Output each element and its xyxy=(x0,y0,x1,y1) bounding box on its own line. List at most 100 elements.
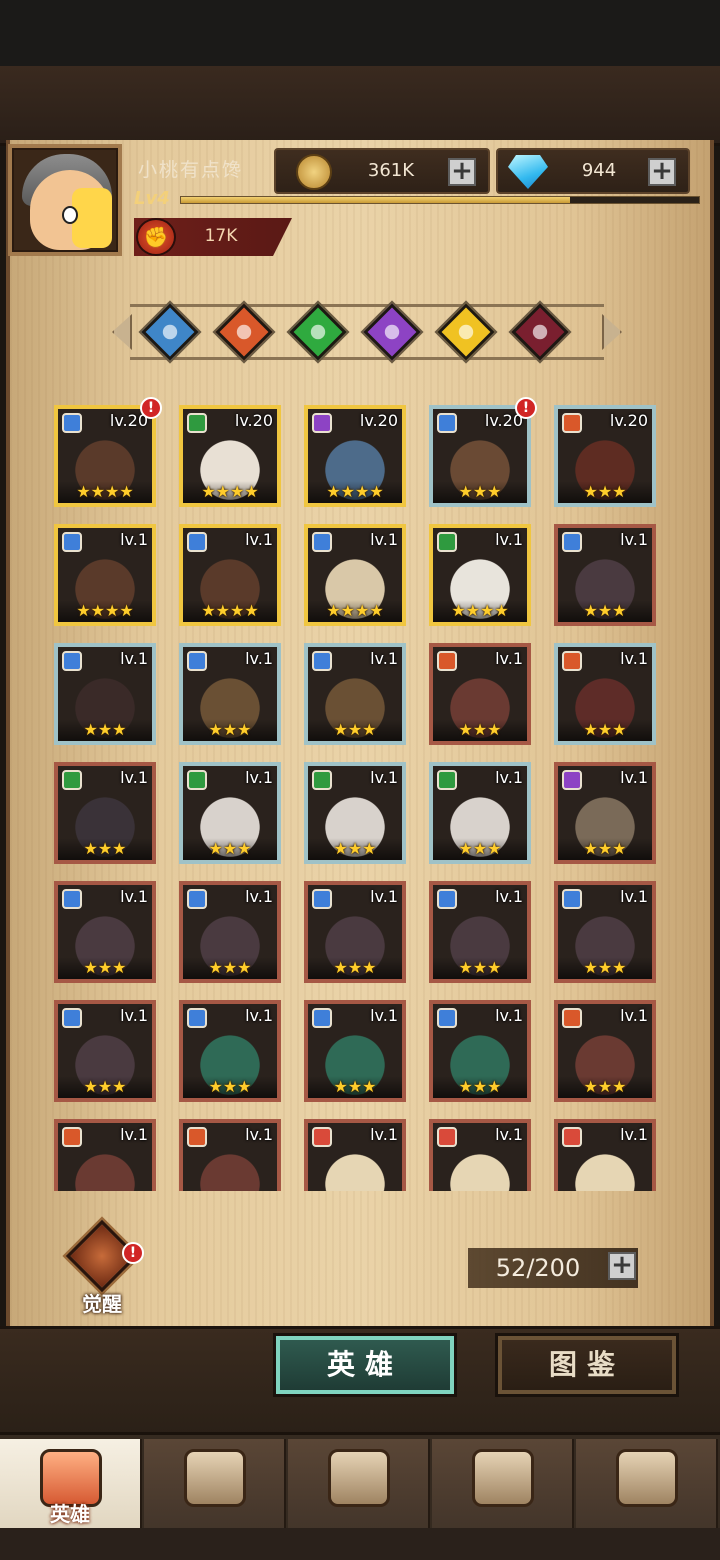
exp-bar xyxy=(180,196,700,204)
hero-grid: lv.20 ★★★★! lv.20 ★★★★ lv.20 ★★★★ lv.20 ★★★! lv.… xyxy=(54,397,658,1191)
hero-stars: ★★★ xyxy=(433,957,527,979)
hero-capacity: 52/200 + xyxy=(468,1248,638,1288)
hero-card[interactable]: lv.1 ★★★ xyxy=(429,881,531,983)
hero-card[interactable]: lv.1 ★★★★ xyxy=(429,524,531,626)
hero-level: lv.1 xyxy=(370,887,398,906)
hero-level: lv.1 xyxy=(120,887,148,906)
hero-stars: ★★★ xyxy=(433,481,527,503)
element-icon xyxy=(187,889,207,909)
hero-card[interactable]: lv.20 ★★★★ xyxy=(54,405,156,507)
awaken-button[interactable]: ! 觉醒 xyxy=(62,1218,144,1318)
awaken-alert-badge: ! xyxy=(122,1242,144,1264)
coin-value: 361K xyxy=(367,160,415,181)
hero-stars: ★★★ xyxy=(558,719,652,741)
hero-level: lv.1 xyxy=(370,1006,398,1025)
hero-level: lv.1 xyxy=(620,768,648,787)
add-coins-button[interactable]: + xyxy=(448,158,476,186)
bottom-edge xyxy=(0,1528,720,1560)
hero-stars: ★★★ xyxy=(183,719,277,741)
hero-stars: ★★★★ xyxy=(58,481,152,503)
arrow-right-icon[interactable] xyxy=(602,314,622,350)
expand-capacity-button[interactable]: + xyxy=(608,1252,636,1280)
nav-battle[interactable] xyxy=(288,1439,430,1529)
element-icon xyxy=(562,889,582,909)
hero-stars: ★★★★ xyxy=(308,481,402,503)
hero-stars: ★★★★ xyxy=(58,600,152,622)
hero-card[interactable]: lv.1 ★★★ xyxy=(304,881,406,983)
hero-card[interactable]: lv.1 ★★★ xyxy=(554,881,656,983)
hero-card[interactable]: lv.1 ★★★ xyxy=(304,1000,406,1102)
hero-stars: ★★★ xyxy=(183,838,277,860)
hero-stars: ★★★ xyxy=(433,1076,527,1098)
hero-card[interactable]: lv.1 ★★★ xyxy=(554,643,656,745)
hero-level: lv.1 xyxy=(245,768,273,787)
hero-alert-badge: ! xyxy=(515,397,537,419)
hero-card[interactable]: lv.1 ★★★ xyxy=(179,881,281,983)
hero-card[interactable]: lv.1 ★★★ xyxy=(54,762,156,864)
hero-card[interactable]: lv.20 ★★★★ xyxy=(179,405,281,507)
hero-card[interactable]: lv.1 ★★★ xyxy=(179,1000,281,1102)
coin-counter: 361K + xyxy=(274,148,490,194)
element-icon xyxy=(437,413,457,433)
hero-card[interactable]: lv.1 ★★★ xyxy=(554,1000,656,1102)
hero-card[interactable]: lv.1 ★★★ xyxy=(429,762,531,864)
hero-card[interactable]: lv.1 ★★★ xyxy=(429,643,531,745)
hero-stars: ★★★ xyxy=(308,719,402,741)
element-icon xyxy=(437,532,457,552)
element-icon xyxy=(62,651,82,671)
element-glyph xyxy=(162,324,178,340)
hero-card[interactable]: lv.1 ★★★ xyxy=(429,1000,531,1102)
diamond-icon xyxy=(508,155,548,189)
nav-guild-icon xyxy=(616,1449,678,1507)
hero-level: lv.1 xyxy=(120,768,148,787)
nav-tower-icon xyxy=(472,1449,534,1507)
element-icon xyxy=(62,770,82,790)
element-icon xyxy=(187,532,207,552)
element-icon xyxy=(187,651,207,671)
hero-card[interactable]: lv.1 ★★★ xyxy=(179,643,281,745)
hero-level: lv.1 xyxy=(245,530,273,549)
element-icon xyxy=(187,1008,207,1028)
nav-heroes[interactable]: 英雄 xyxy=(0,1439,142,1529)
hero-card[interactable]: lv.1 ★★★★ xyxy=(179,524,281,626)
element-glyph xyxy=(310,324,326,340)
top-frame xyxy=(0,66,720,146)
hero-stars: ★★★ xyxy=(183,957,277,979)
nav-guild[interactable] xyxy=(576,1439,718,1529)
hero-card[interactable]: lv.1 ★★★ xyxy=(554,524,656,626)
hero-level: lv.1 xyxy=(620,649,648,668)
hero-level: lv.1 xyxy=(120,1006,148,1025)
hero-card[interactable]: lv.1 ★★★★ xyxy=(304,524,406,626)
fist-icon: ✊ xyxy=(136,218,176,256)
hero-card[interactable]: lv.1 ★★★★ xyxy=(54,524,156,626)
nav-adventure[interactable] xyxy=(144,1439,286,1529)
nav-heroes-label: 英雄 xyxy=(50,1502,90,1526)
element-icon xyxy=(62,889,82,909)
player-name: 小桃有点馋 xyxy=(138,159,244,181)
bottom-nav: 英雄 xyxy=(0,1432,720,1529)
hero-alert-badge: ! xyxy=(140,397,162,419)
element-icon xyxy=(437,651,457,671)
avatar-hair xyxy=(72,188,112,248)
gem-value: 944 xyxy=(581,160,617,181)
hero-card[interactable]: lv.1 ★★★ xyxy=(179,762,281,864)
hero-card[interactable]: lv.1 ★★★ xyxy=(54,1000,156,1102)
hero-stars: ★★★★ xyxy=(183,481,277,503)
add-gems-button[interactable]: + xyxy=(648,158,676,186)
hero-card[interactable]: lv.1 ★★★ xyxy=(554,762,656,864)
nav-adventure-icon xyxy=(184,1449,246,1507)
hero-card[interactable]: lv.1 ★★★ xyxy=(54,643,156,745)
hero-card[interactable]: lv.20 ★★★ xyxy=(429,405,531,507)
nav-tower[interactable] xyxy=(432,1439,574,1529)
arrow-left-icon[interactable] xyxy=(112,314,132,350)
hero-card[interactable]: lv.1 ★★★ xyxy=(54,881,156,983)
hero-card[interactable]: lv.1 ★★★ xyxy=(304,762,406,864)
tab-heroes[interactable]: 英雄 xyxy=(276,1336,454,1394)
player-avatar[interactable] xyxy=(8,144,122,256)
hero-card[interactable]: lv.20 ★★★ xyxy=(554,405,656,507)
hero-level: lv.1 xyxy=(620,887,648,906)
hero-card[interactable]: lv.20 ★★★★ xyxy=(304,405,406,507)
element-icon xyxy=(312,413,332,433)
tab-codex[interactable]: 图鉴 xyxy=(498,1336,676,1394)
hero-card[interactable]: lv.1 ★★★ xyxy=(304,643,406,745)
